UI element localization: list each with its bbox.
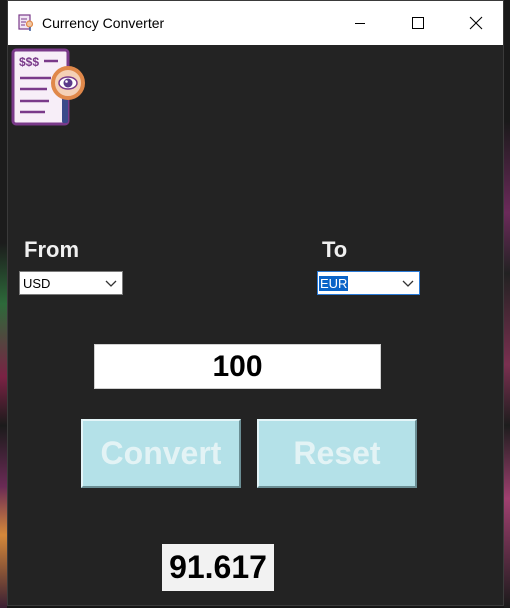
title-bar[interactable]: Currency Converter — [8, 1, 503, 45]
chevron-down-icon — [402, 280, 414, 287]
maximize-button[interactable] — [389, 1, 447, 45]
close-button[interactable] — [447, 1, 505, 45]
convert-button[interactable]: Convert — [81, 419, 241, 488]
from-label: From — [24, 237, 79, 262]
close-icon — [469, 16, 483, 30]
invoice-magnifier-icon: $$$ — [11, 47, 87, 129]
maximize-icon — [412, 17, 424, 29]
reset-button[interactable]: Reset — [257, 419, 417, 488]
minimize-icon — [355, 23, 365, 24]
to-currency-select[interactable]: EUR — [317, 271, 420, 295]
window-title: Currency Converter — [42, 15, 165, 31]
document-magnifier-icon — [17, 14, 35, 32]
amount-input[interactable]: 100 — [94, 344, 381, 389]
to-label: To — [322, 237, 348, 262]
svg-text:$$$: $$$ — [19, 55, 39, 69]
from-currency-select[interactable]: USD — [19, 271, 123, 295]
from-currency-value: USD — [23, 276, 51, 291]
app-window: Currency Converter $$$ From To USD EUR 1… — [7, 0, 504, 606]
result-display: 91.617 — [162, 544, 274, 591]
desktop-wallpaper-right — [504, 0, 510, 608]
chevron-down-icon — [105, 280, 117, 287]
desktop-wallpaper-left — [0, 0, 7, 608]
to-currency-value: EUR — [319, 276, 349, 291]
minimize-button[interactable] — [331, 1, 389, 45]
